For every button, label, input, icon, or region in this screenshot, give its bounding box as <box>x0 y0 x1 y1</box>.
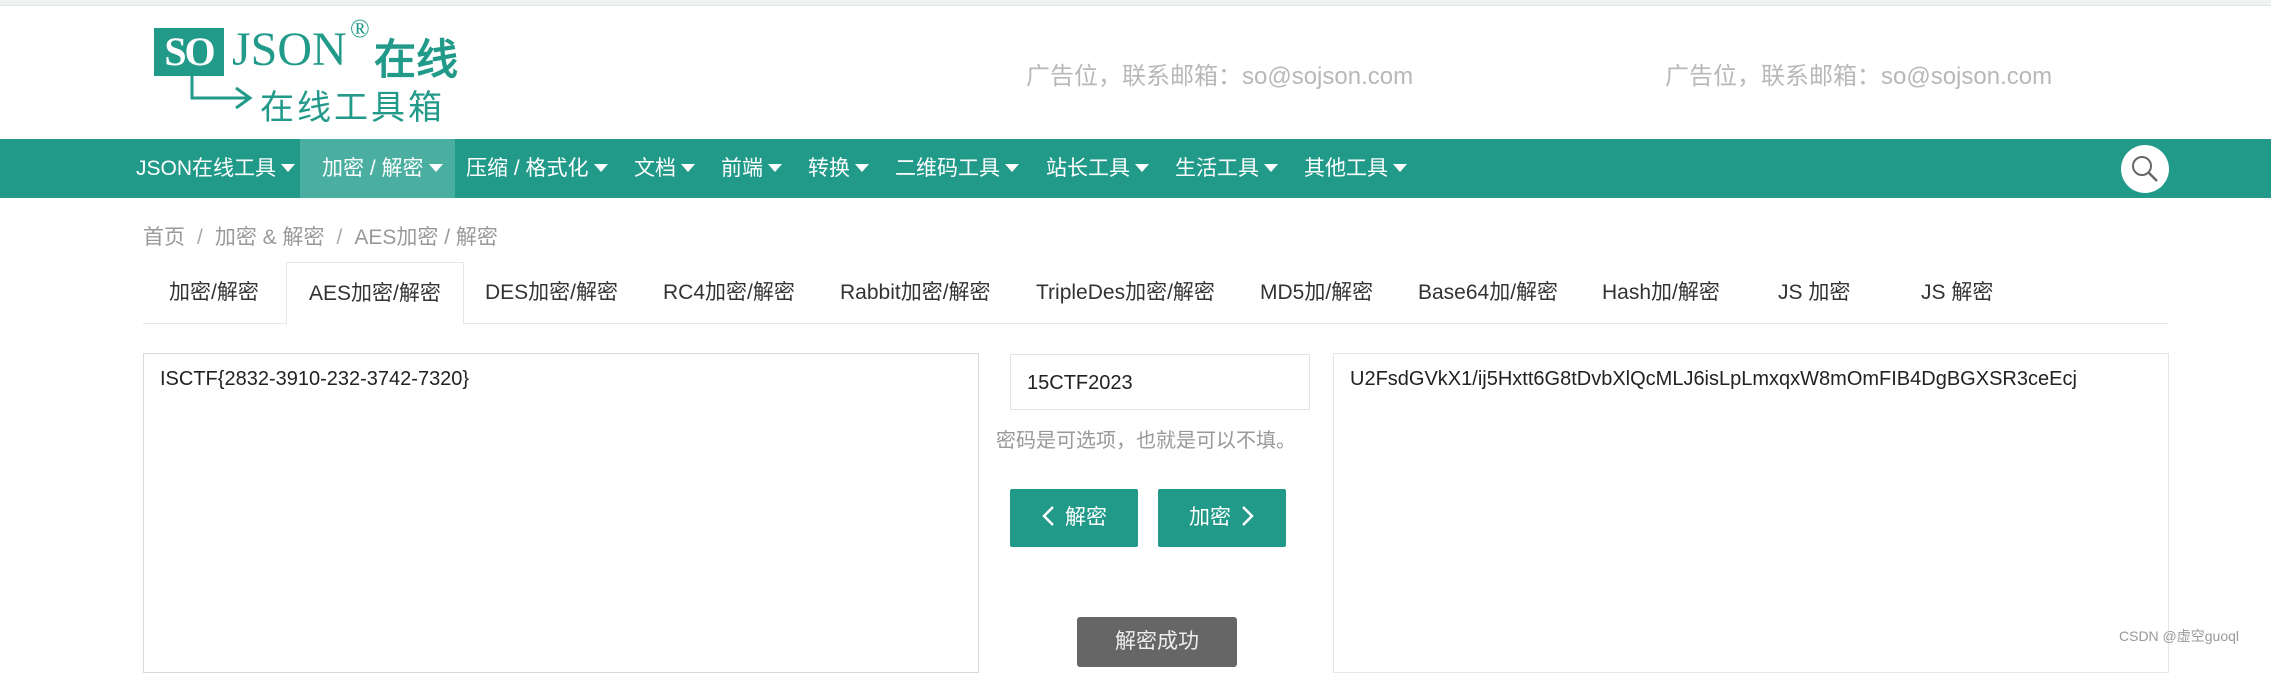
caret-down-icon <box>855 163 869 172</box>
nav-item-qrcode-tools[interactable]: 二维码工具 <box>895 139 1019 198</box>
tab-hash[interactable]: Hash加/解密 <box>1602 262 1720 324</box>
toast-message: 解密成功 <box>1077 617 1237 667</box>
sojson-logo[interactable]: SO JSON ® 在线 在线工具箱 <box>152 14 472 128</box>
tab-tripledes[interactable]: TripleDes加密/解密 <box>1036 262 1215 324</box>
nav-item-convert[interactable]: 转换 <box>808 139 869 198</box>
logo-arrow-icon <box>190 76 253 110</box>
decrypt-button[interactable]: 解密 <box>1010 489 1138 547</box>
password-input[interactable]: 15CTF2023 <box>1010 354 1310 410</box>
tab-base64[interactable]: Base64加/解密 <box>1418 262 1558 324</box>
nav-item-docs[interactable]: 文档 <box>634 139 695 198</box>
ad-slot-2[interactable]: 广告位，联系邮箱：so@sojson.com <box>1665 56 2052 91</box>
nav-item-json-tools[interactable]: JSON在线工具 <box>136 139 296 198</box>
breadcrumb-separator: / <box>336 226 343 249</box>
tab-encrypt-decrypt[interactable]: 加密/解密 <box>169 262 259 324</box>
tab-rc4[interactable]: RC4加密/解密 <box>663 262 795 324</box>
csdn-watermark: CSDN @虚空guoql <box>2119 628 2240 644</box>
tab-des[interactable]: DES加密/解密 <box>485 262 618 324</box>
nav-item-frontend[interactable]: 前端 <box>721 139 782 198</box>
caret-down-icon <box>428 163 443 172</box>
caret-down-icon <box>1393 163 1407 172</box>
ciphertext-textarea[interactable]: U2FsdGVkX1/ij5Hxtt6G8tDvbXlQcMLJ6isLpLmx… <box>1333 353 2169 673</box>
nav-item-webmaster-tools[interactable]: 站长工具 <box>1046 139 1149 198</box>
logo-registered-mark: ® <box>350 14 370 43</box>
caret-down-icon <box>593 163 608 172</box>
caret-down-icon <box>768 163 782 172</box>
tab-md5[interactable]: MD5加/解密 <box>1260 262 1373 324</box>
main-nav: JSON在线工具 加密 / 解密 压缩 / 格式化 文档 前端 转换 二维码工具… <box>0 139 2271 198</box>
breadcrumb: 首页 / 加密 & 解密 / AES加密 / 解密 <box>143 221 498 251</box>
breadcrumb-separator: / <box>197 226 203 249</box>
nav-item-other-tools[interactable]: 其他工具 <box>1304 139 1407 198</box>
logo-json-text: JSON <box>232 23 347 76</box>
tab-aes[interactable]: AES加密/解密 <box>286 262 464 325</box>
chevron-left-icon <box>1042 506 1054 527</box>
search-button[interactable] <box>2121 145 2169 193</box>
tab-js-decrypt[interactable]: JS 解密 <box>1921 262 1993 324</box>
chevron-right-icon <box>1242 506 1254 527</box>
logo-zaixian-text: 在线 <box>374 35 459 84</box>
top-border <box>0 0 2271 6</box>
breadcrumb-home[interactable]: 首页 <box>143 226 185 249</box>
breadcrumb-encrypt[interactable]: 加密 & 解密 <box>215 226 325 249</box>
ad-slot-1[interactable]: 广告位，联系邮箱：so@sojson.com <box>1026 56 1413 91</box>
logo-so-box: SO <box>154 28 224 76</box>
nav-item-encrypt-decrypt[interactable]: 加密 / 解密 <box>300 139 455 198</box>
encrypt-button[interactable]: 加密 <box>1158 489 1286 547</box>
logo-subtitle: 在线工具箱 <box>260 88 445 128</box>
nav-item-compress-format[interactable]: 压缩 / 格式化 <box>466 139 608 198</box>
caret-down-icon <box>1135 163 1149 172</box>
tool-tabs: 加密/解密 AES加密/解密 DES加密/解密 RC4加密/解密 Rabbit加… <box>143 262 2168 325</box>
caret-down-icon <box>281 163 296 172</box>
caret-down-icon <box>1264 163 1278 172</box>
caret-down-icon <box>681 163 695 172</box>
plaintext-textarea[interactable]: ISCTF{2832-3910-232-3742-7320} <box>143 353 979 673</box>
breadcrumb-current: AES加密 / 解密 <box>354 226 498 249</box>
tab-rabbit[interactable]: Rabbit加密/解密 <box>840 262 991 324</box>
caret-down-icon <box>1005 163 1019 172</box>
nav-item-life-tools[interactable]: 生活工具 <box>1175 139 1278 198</box>
search-icon <box>2132 156 2158 182</box>
password-hint: 密码是可选项，也就是可以不填。 <box>996 430 1296 452</box>
tab-js-encrypt[interactable]: JS 加密 <box>1778 262 1850 324</box>
